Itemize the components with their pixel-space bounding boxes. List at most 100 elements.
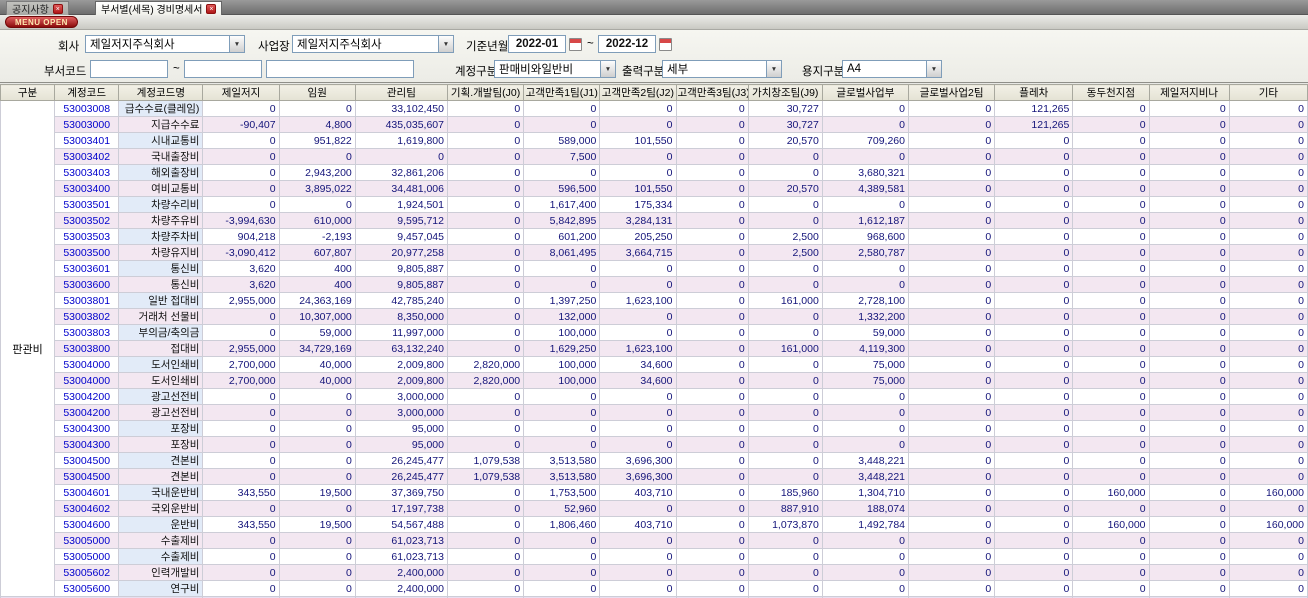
value-cell: 0 <box>446 500 525 517</box>
value-cell: 0 <box>747 308 823 325</box>
value-cell: 3,448,221 <box>821 468 910 485</box>
table-row[interactable]: 53005602 인력개발비 0 0 2,400,000 0 0 0 0 0 0 0 0 0 0 0 <box>1 564 1308 581</box>
dept-code-to-input[interactable] <box>184 60 262 78</box>
table-row[interactable]: 53004200 광고선전비 0 0 3,000,000 0 0 0 0 0 0 0 0 0 0 0 <box>1 404 1308 421</box>
value-cell: 0 <box>907 324 996 341</box>
value-cell: 0 <box>907 580 996 597</box>
menu-open-button[interactable]: MENU OPEN <box>5 16 78 28</box>
value-cell: 1,492,784 <box>821 516 910 533</box>
table-row[interactable]: 53003803 부의금/축의금 0 59,000 11,997,000 0 100,000… <box>1 324 1308 341</box>
value-cell: 0 <box>907 420 996 437</box>
table-row[interactable]: 판관비 53003008 급수수료(클레임) 0 0 33,102,450 0 0 0 0 30,7… <box>0 100 1308 597</box>
account-name-cell: 급수수료(클레임) <box>118 100 204 117</box>
value-cell: 0 <box>278 452 356 469</box>
chevron-down-icon: ▼ <box>766 61 781 77</box>
table-row[interactable]: 53003502 차량주유비 -3,994,630 610,000 9,595,712 0… <box>1 212 1308 229</box>
value-cell: 0 <box>1148 420 1230 437</box>
value-cell: 0 <box>278 148 356 165</box>
table-row[interactable]: 53003400 여비교통비 0 3,895,022 34,481,006 0 596,50… <box>1 180 1308 197</box>
table-row[interactable]: 53004300 포장비 0 0 95,000 0 0 0 0 0 0 0 0 0 0 0 <box>1 420 1308 437</box>
value-cell: 2,728,100 <box>821 292 910 309</box>
table-row[interactable]: 53003503 차량주차비 904,218 -2,193 9,457,045 0 601,… <box>1 228 1308 245</box>
value-cell: 0 <box>278 580 356 597</box>
company-select[interactable]: 제일저지주식회사 ▼ <box>85 35 245 53</box>
value-cell: 0 <box>821 196 910 213</box>
table-row[interactable]: 53004500 견본비 0 0 26,245,477 1,079,538 3,513,58… <box>1 452 1308 469</box>
period-to-input[interactable]: 2022-12 <box>598 35 656 53</box>
value-cell: 0 <box>675 484 749 501</box>
calendar-icon[interactable] <box>659 38 672 51</box>
paper-type-select[interactable]: A4 ▼ <box>842 60 942 78</box>
value-cell: 1,304,710 <box>821 484 910 501</box>
value-cell: 0 <box>821 260 910 277</box>
tab-notice[interactable]: 공지사항 × <box>6 1 69 16</box>
table-row[interactable]: 53003000 지급수수료 -90,407 4,800 435,035,607 0 0 0 0… <box>1 116 1308 133</box>
value-cell: 20,977,258 <box>354 244 448 261</box>
value-cell: 19,500 <box>278 516 356 533</box>
table-row[interactable]: 53003600 통신비 3,620 400 9,805,887 0 0 0 0 0 0 0 0 0 0 0 <box>1 276 1308 293</box>
table-row[interactable]: 53004000 도서인쇄비 2,700,000 40,000 2,009,800 2,8… <box>1 372 1308 389</box>
value-cell: 0 <box>675 132 749 149</box>
value-cell: 3,620 <box>202 276 280 293</box>
value-cell: 0 <box>675 452 749 469</box>
value-cell: 0 <box>994 580 1074 597</box>
tab-close-icon[interactable]: × <box>52 3 63 14</box>
value-cell: 0 <box>523 164 601 181</box>
value-cell: 101,550 <box>599 180 677 197</box>
value-cell: 0 <box>599 388 677 405</box>
table-row[interactable]: 53005600 연구비 0 0 2,400,000 0 0 0 0 0 0 0 0 0 0 0 <box>1 580 1308 597</box>
value-cell: 0 <box>202 308 280 325</box>
value-cell: 0 <box>994 180 1074 197</box>
value-cell: 0 <box>202 468 280 485</box>
table-row[interactable]: 53003801 일반 접대비 2,955,000 24,363,169 42,785,… <box>1 292 1308 309</box>
value-cell: 2,580,787 <box>821 244 910 261</box>
table-row[interactable]: 53003402 국내출장비 0 0 0 0 7,500 0 0 0 0 0 0 0 0 0 <box>1 148 1308 165</box>
workplace-select[interactable]: 제일저지주식회사 ▼ <box>292 35 454 53</box>
value-cell: 160,000 <box>1072 484 1150 501</box>
value-cell: 0 <box>907 228 996 245</box>
value-cell: 2,400,000 <box>354 564 448 581</box>
account-code-cell: 53004500 <box>54 452 120 469</box>
table-row[interactable]: 53004602 국외운반비 0 0 17,197,738 0 52,960 0 0 887,91… <box>1 500 1308 517</box>
dept-name-field[interactable] <box>266 60 414 78</box>
tab-close-icon[interactable]: × <box>206 3 217 14</box>
output-type-select[interactable]: 세부 ▼ <box>662 60 782 78</box>
value-cell: 0 <box>1228 164 1308 181</box>
value-cell: 0 <box>747 260 823 277</box>
value-cell: 0 <box>1072 180 1150 197</box>
value-cell: 34,481,006 <box>354 180 448 197</box>
value-cell: 0 <box>1072 452 1150 469</box>
value-cell: 0 <box>907 260 996 277</box>
table-row[interactable]: 53005000 수출제비 0 0 61,023,713 0 0 0 0 0 0 0 0 0 0 0 <box>1 548 1308 565</box>
table-row[interactable]: 53004601 국내운반비 343,550 19,500 37,369,750 0 1,7… <box>1 484 1308 501</box>
table-row[interactable]: 53004000 도서인쇄비 2,700,000 40,000 2,009,800 2,8… <box>1 356 1308 373</box>
value-cell: -3,994,630 <box>202 212 280 229</box>
table-header-row: 구분 계정코드 계정코드명 제일저지 임원 관리팀 기획.개발팀(J0) 고객만족1팀(J1)… <box>0 84 1308 101</box>
table-row[interactable]: 53003500 차량유지비 -3,090,412 607,807 20,977,258… <box>1 244 1308 261</box>
tab-expense-report[interactable]: 부서별(세목) 경비명세서 × <box>95 1 223 16</box>
calendar-icon[interactable] <box>569 38 582 51</box>
value-cell: 0 <box>1072 244 1150 261</box>
table-row[interactable]: 53004200 광고선전비 0 0 3,000,000 0 0 0 0 0 0 0 0 0 0 0 <box>1 388 1308 405</box>
table-row[interactable]: 53003601 통신비 3,620 400 9,805,887 0 0 0 0 0 0 0 0 0 0 0 <box>1 260 1308 277</box>
value-cell: 0 <box>202 100 280 117</box>
value-cell: 0 <box>446 548 525 565</box>
value-cell: 0 <box>747 372 823 389</box>
period-from-input[interactable]: 2022-01 <box>508 35 566 53</box>
table-row[interactable]: 53003401 시내교통비 0 951,822 1,619,800 0 589,000 10… <box>1 132 1308 149</box>
table-row[interactable]: 53003403 해외출장비 0 2,943,200 32,861,206 0 0 0 0 0 3,… <box>1 164 1308 181</box>
account-type-select[interactable]: 판매비와일반비 ▼ <box>494 60 616 78</box>
value-cell: 0 <box>446 292 525 309</box>
table-row[interactable]: 53005000 수출제비 0 0 61,023,713 0 0 0 0 0 0 0 0 0 0 0 <box>1 532 1308 549</box>
dept-code-label: 부서코드 <box>44 66 87 78</box>
value-cell: 0 <box>202 404 280 421</box>
table-row[interactable]: 53004500 견본비 0 0 26,245,477 1,079,538 3,513,58… <box>1 468 1308 485</box>
table-row[interactable]: 53003802 거래처 선물비 0 10,307,000 8,350,000 0 132,… <box>1 308 1308 325</box>
table-row[interactable]: 53004600 운반비 343,550 19,500 54,567,488 0 1,806… <box>1 516 1308 533</box>
value-cell: 0 <box>278 564 356 581</box>
table-row[interactable]: 53004300 포장비 0 0 95,000 0 0 0 0 0 0 0 0 0 0 0 <box>1 436 1308 453</box>
table-row[interactable]: 53003501 차량수리비 0 0 1,924,501 0 1,617,400 175,33… <box>1 196 1308 213</box>
dept-code-from-input[interactable] <box>90 60 168 78</box>
value-cell: 1,629,250 <box>523 340 601 357</box>
table-row[interactable]: 53003800 접대비 2,955,000 34,729,169 63,132,240… <box>1 340 1308 357</box>
